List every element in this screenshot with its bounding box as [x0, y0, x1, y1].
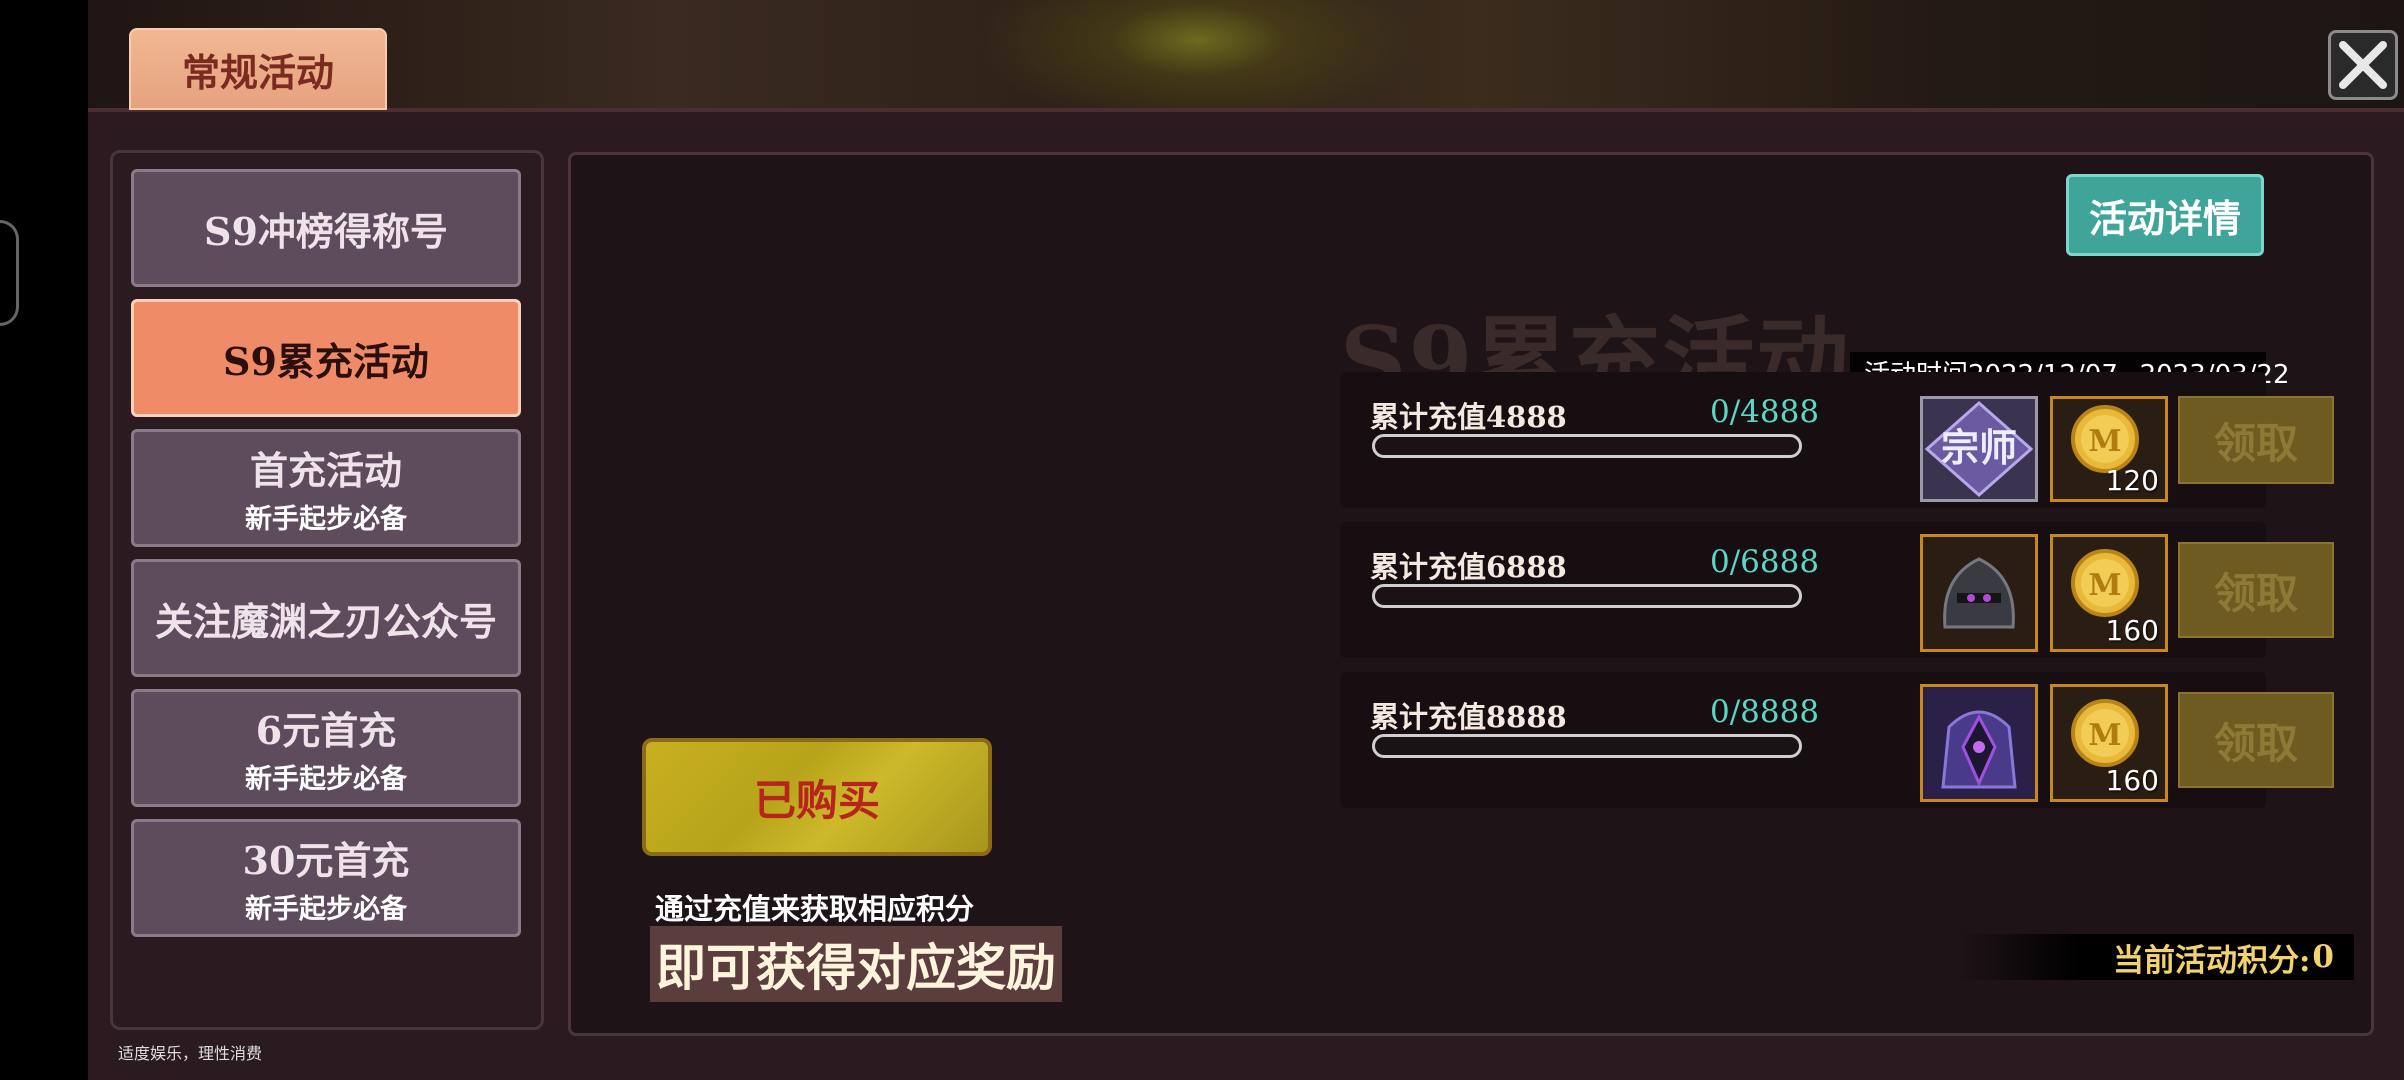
purchased-button[interactable]: 已购买 — [642, 738, 992, 856]
dark-helmet-icon — [1943, 557, 2015, 629]
reward-item-coins[interactable]: M 120 — [2050, 396, 2168, 502]
claim-label: 领取 — [2213, 568, 2298, 618]
item-title-text: 宗师 — [1941, 425, 2017, 470]
reward-progress: 0/8888 — [1710, 694, 1820, 730]
reward-row: 累计充值8888 0/8888 M 160 领取 — [1340, 672, 2334, 808]
disclaimer-text: 适度娱乐，理性消费 — [118, 1044, 263, 1063]
item-count: 120 — [2105, 464, 2159, 497]
sidebar-item-s9-cumulative-recharge[interactable]: S9累充活动 — [131, 299, 521, 417]
tab-label: 常规活动 — [181, 49, 334, 95]
master-title-icon: 宗师 — [1924, 400, 2034, 498]
close-icon — [2339, 41, 2387, 89]
claim-label: 领取 — [2213, 718, 2298, 768]
sidebar-item-label: 6元首充 — [255, 708, 397, 753]
item-count: 160 — [2105, 614, 2159, 647]
sidebar-item-6-yuan-first[interactable]: 6元首充 新手起步必备 — [131, 689, 521, 807]
sidebar-item-label: 首充活动 — [249, 448, 402, 493]
hint-text-large: 即可获得对应奖励 — [650, 926, 1062, 1002]
activity-sidebar: S9冲榜得称号 S9累充活动 首充活动 新手起步必备 关注魔渊之刃公众号 6元首… — [110, 150, 544, 1030]
svg-text:M: M — [2088, 568, 2121, 603]
reward-label: 累计充值4888 — [1370, 400, 1567, 434]
background-scene — [88, 0, 2404, 112]
claim-label: 领取 — [2213, 418, 2298, 468]
activity-details-button[interactable]: 活动详情 — [2066, 174, 2264, 256]
item-count: 160 — [2105, 764, 2159, 797]
side-handle-icon[interactable] — [0, 220, 19, 326]
sidebar-item-label: S9冲榜得称号 — [204, 208, 448, 254]
sidebar-item-sublabel: 新手起步必备 — [245, 764, 407, 795]
reward-item-helmet[interactable] — [1920, 534, 2038, 652]
reward-item-coins[interactable]: M 160 — [2050, 534, 2168, 652]
svg-text:M: M — [2088, 718, 2121, 753]
reward-row: 累计充值6888 0/6888 M 160 领取 — [1340, 522, 2334, 658]
reward-progress: 0/4888 — [1710, 394, 1820, 430]
points-value: 0 — [2312, 939, 2334, 975]
sidebar-item-label: S9累充活动 — [223, 338, 429, 384]
reward-label: 累计充值8888 — [1370, 700, 1567, 734]
reward-item-coins[interactable]: M 160 — [2050, 684, 2168, 802]
reward-item-title[interactable]: 宗师 — [1920, 396, 2038, 502]
claim-button[interactable]: 领取 — [2178, 542, 2334, 638]
sidebar-item-first-recharge[interactable]: 首充活动 新手起步必备 — [131, 429, 521, 547]
hint-text-small: 通过充值来获取相应积分 — [655, 892, 975, 926]
close-button[interactable] — [2328, 30, 2398, 100]
current-points-bar: 当前活动积分: 0 — [1960, 934, 2354, 980]
purchased-label: 已购买 — [753, 775, 880, 825]
sidebar-item-sublabel: 新手起步必备 — [245, 894, 407, 925]
reward-label: 累计充值6888 — [1370, 550, 1567, 584]
sidebar-item-s9-ranking[interactable]: S9冲榜得称号 — [131, 169, 521, 287]
sidebar-item-sublabel: 新手起步必备 — [245, 504, 407, 535]
progress-bar — [1372, 434, 1802, 458]
reward-row: 累计充值4888 0/4888 宗师 M 120 领取 — [1340, 372, 2334, 508]
sidebar-item-label: 关注魔渊之刃公众号 — [154, 598, 497, 644]
svg-text:M: M — [2088, 424, 2121, 459]
claim-button[interactable]: 领取 — [2178, 396, 2334, 484]
reward-progress: 0/6888 — [1710, 544, 1820, 580]
points-label: 当前活动积分: — [2112, 942, 2311, 979]
sidebar-item-follow-account[interactable]: 关注魔渊之刃公众号 — [131, 559, 521, 677]
progress-bar — [1372, 584, 1802, 608]
armor-costume-icon — [1941, 710, 2017, 789]
progress-bar — [1372, 734, 1802, 758]
sidebar-item-30-yuan-first[interactable]: 30元首充 新手起步必备 — [131, 819, 521, 937]
claim-button[interactable]: 领取 — [2178, 692, 2334, 788]
details-label: 活动详情 — [2088, 195, 2241, 241]
reward-item-armor[interactable] — [1920, 684, 2038, 802]
sidebar-item-label: 30元首充 — [242, 838, 410, 883]
tab-regular-activities[interactable]: 常规活动 — [129, 28, 387, 110]
